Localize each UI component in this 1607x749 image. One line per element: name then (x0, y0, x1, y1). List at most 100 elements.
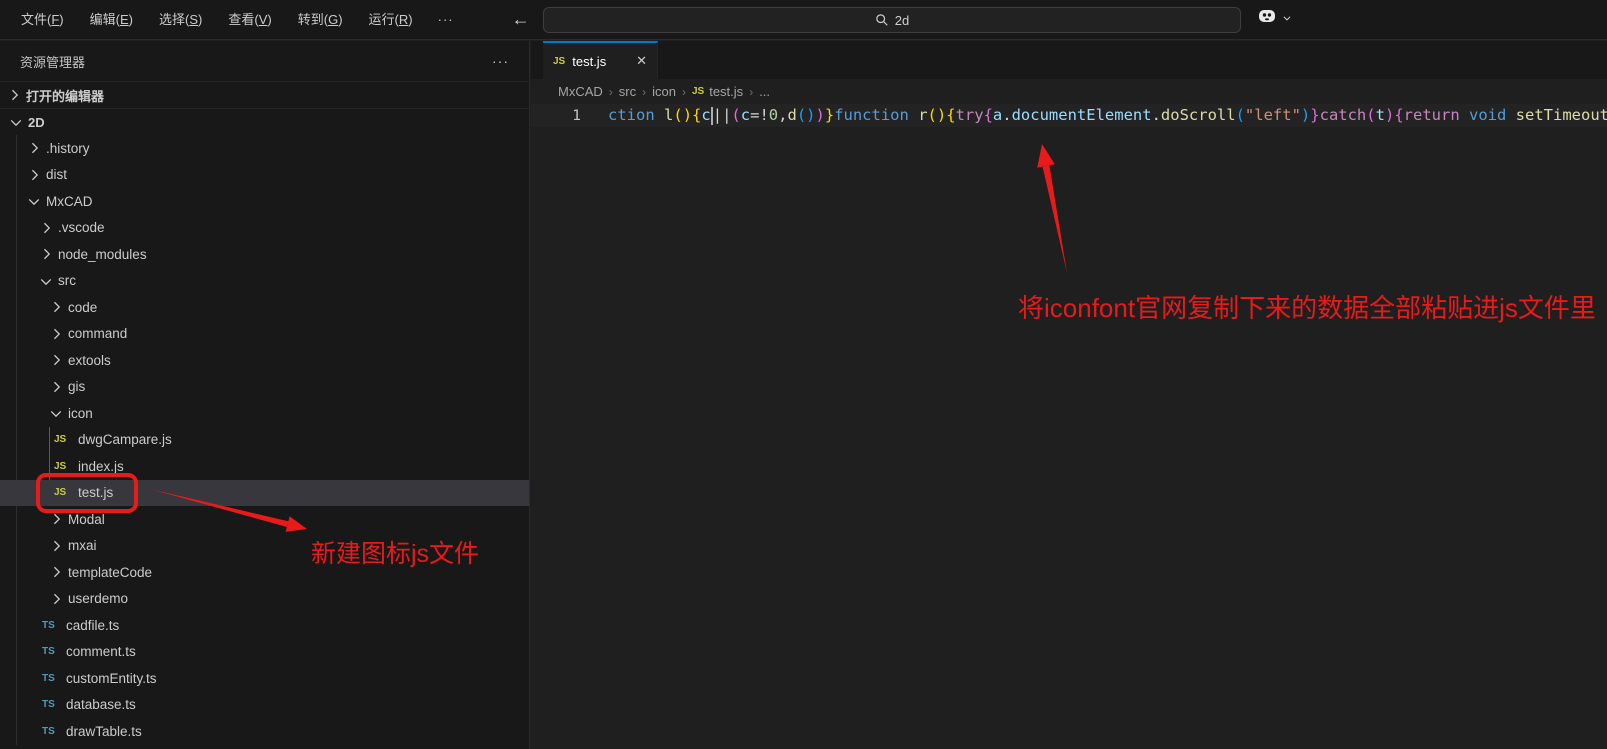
tree-item--vscode[interactable]: .vscode (0, 215, 529, 242)
tree-item-MxCAD[interactable]: MxCAD (0, 188, 529, 215)
menu-g[interactable]: 转到(G) (285, 6, 356, 34)
code-line-1[interactable]: 1 ction l(){c ||(c=!0,d())}function r(){t… (531, 104, 1607, 127)
menu-f[interactable]: 文件(F) (8, 6, 77, 34)
vscode-window: 文件(F)编辑(E)选择(S)查看(V)转到(G)运行(R) ··· ← → 2… (0, 0, 1607, 749)
menu-overflow-icon[interactable]: ··· (426, 12, 466, 27)
tree-item--history[interactable]: .history (0, 135, 529, 162)
tree-item-gis[interactable]: gis (0, 374, 529, 401)
root-folder-label: 2D (28, 114, 45, 130)
annotation-note-paste: 将iconfont官网复制下来的数据全部粘贴进js文件里 (1018, 293, 1596, 323)
root-folder-2d[interactable]: 2D (0, 108, 529, 135)
menu-s[interactable]: 选择(S) (146, 6, 215, 34)
tree-item-label: index.js (78, 458, 124, 474)
copilot-button[interactable] (1256, 6, 1292, 31)
close-icon[interactable]: ✕ (636, 53, 647, 69)
copilot-icon (1256, 6, 1278, 31)
code-token: 0 (768, 106, 779, 125)
tab-bar: JS test.js ✕ (531, 41, 1607, 79)
code-token: ) (1300, 106, 1311, 125)
breadcrumb-item[interactable]: MxCAD (558, 84, 603, 99)
tree-item-label: database.ts (66, 697, 136, 713)
tree-item-label: gis (68, 379, 86, 395)
chevron-right-icon (48, 511, 64, 527)
tree-item-label: dist (46, 167, 68, 183)
code-token: void (1469, 106, 1507, 125)
annotation-note-newfile: 新建图标js文件 (311, 540, 480, 568)
chevron-right-icon (48, 538, 64, 554)
tree-item-label: mxai (68, 538, 97, 554)
code-token: ( (1235, 106, 1245, 125)
tree-item-extools[interactable]: extools (0, 347, 529, 374)
code-token: { (946, 106, 956, 125)
tree-item-label: extools (68, 352, 111, 368)
menu-v[interactable]: 查看(V) (215, 6, 284, 34)
js-file-icon: JS (691, 86, 705, 97)
tree-item-node_modules[interactable]: node_modules (0, 241, 529, 268)
breadcrumb-separator: › (608, 84, 613, 99)
open-editors-section[interactable]: 打开的编辑器 (0, 81, 529, 108)
command-center-search[interactable]: 2d (543, 7, 1241, 33)
titlebar: 文件(F)编辑(E)选择(S)查看(V)转到(G)运行(R) ··· ← → 2… (0, 0, 1607, 40)
annotation-box-testjs (36, 473, 138, 513)
code-token: ( (731, 106, 741, 125)
code-token: ( (1366, 106, 1376, 125)
tree-item-customEntity-ts[interactable]: TS customEntity.ts (0, 665, 529, 692)
ts-file-icon: TS (42, 619, 55, 631)
code-token: { (1394, 106, 1404, 125)
chevron-right-icon (48, 379, 64, 395)
code-token: return (1403, 106, 1460, 125)
ts-file-icon: TS (42, 725, 55, 737)
code-token: l (664, 106, 674, 125)
breadcrumb-item[interactable]: test.js (709, 84, 743, 99)
chevron-down-icon (38, 273, 54, 289)
menubar: 文件(F) 编辑(E) 选择(S) 查看(V) 转到(G) 运行(R) (0, 0, 426, 39)
chevron-right-icon (48, 326, 64, 342)
tree-item-label: comment.ts (66, 644, 136, 660)
tree-item-code[interactable]: code (0, 294, 529, 321)
open-editors-label: 打开的编辑器 (26, 88, 105, 104)
tree-item-label: .history (46, 140, 90, 156)
chevron-right-icon (48, 591, 64, 607)
line-number: 1 (572, 107, 581, 124)
ts-file-icon: TS (42, 646, 55, 658)
code-token: c (740, 106, 751, 125)
code-token: doScroll (1160, 106, 1236, 125)
nav-back-icon[interactable]: ← (512, 9, 530, 30)
tree-item-cadfile-ts[interactable]: TS cadfile.ts (0, 612, 529, 639)
tree-item-dist[interactable]: dist (0, 162, 529, 189)
chevron-right-icon (38, 246, 54, 262)
search-icon (875, 13, 889, 27)
explorer-title: 资源管理器 (20, 54, 86, 70)
breadcrumb-item[interactable]: src (619, 84, 636, 99)
tab-testjs[interactable]: JS test.js ✕ (543, 41, 658, 79)
editor-group: JS test.js ✕ MxCAD › src › icon › JS test.js ›..… (531, 41, 1607, 749)
breadcrumb-separator: › (642, 84, 647, 99)
js-file-icon: JS (553, 55, 566, 67)
tree-item-dwgCampare-js[interactable]: JS dwgCampare.js (0, 427, 529, 454)
tree-item-icon[interactable]: icon (0, 400, 529, 427)
code-token: a (992, 106, 1003, 125)
menu-e[interactable]: 编辑(E) (77, 6, 146, 34)
menu-r[interactable]: 运行(R) (356, 6, 426, 34)
tree-item-comment-ts[interactable]: TS comment.ts (0, 639, 529, 666)
breadcrumb-item[interactable]: icon (652, 84, 676, 99)
tree-item-command[interactable]: command (0, 321, 529, 348)
chevron-down-icon (48, 405, 64, 421)
chevron-right-icon (48, 352, 64, 368)
code-token: t (1375, 106, 1385, 125)
file-tree: .history dist MxCAD .vscode node_modules src c… (0, 135, 529, 745)
tree-item-userdemo[interactable]: userdemo (0, 586, 529, 613)
chevron-down-icon (8, 114, 24, 130)
code-token: } (824, 106, 835, 125)
tree-item-drawTable-ts[interactable]: TS drawTable.ts (0, 718, 529, 745)
breadcrumb-item[interactable]: ... (759, 84, 770, 99)
explorer-more-actions-icon[interactable]: ··· (492, 53, 509, 69)
code-token: try (955, 106, 984, 125)
tree-item-src[interactable]: src (0, 268, 529, 295)
ts-file-icon: TS (42, 672, 55, 684)
tree-item-label: code (68, 299, 98, 315)
tree-item-database-ts[interactable]: TS database.ts (0, 692, 529, 719)
tree-item-label: .vscode (58, 220, 105, 236)
breadcrumb-separator: › (681, 84, 686, 99)
